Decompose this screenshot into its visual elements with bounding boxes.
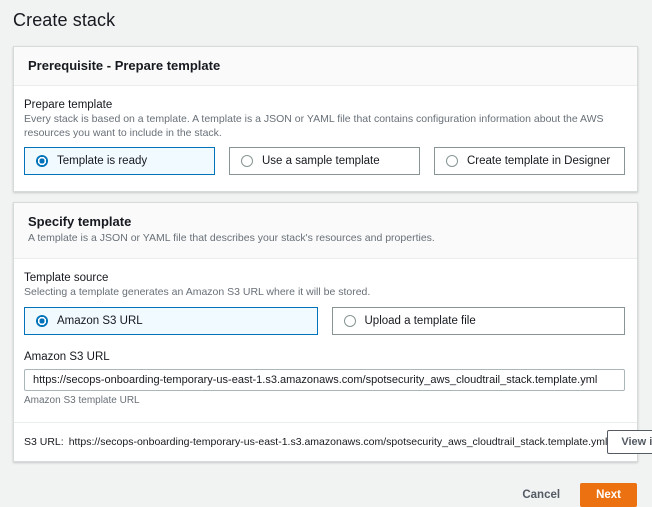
wizard-actions: Cancel Next [13, 472, 638, 507]
amazon-s3-url-label: Amazon S3 URL [24, 351, 625, 363]
radio-selected-icon[interactable] [36, 155, 48, 167]
prepare-template-description: Every stack is based on a template. A te… [24, 113, 625, 140]
option-label: Upload a template file [365, 315, 476, 327]
specify-template-section: Specify template A template is a JSON or… [13, 202, 638, 461]
template-source-description: Selecting a template generates an Amazon… [24, 286, 625, 300]
option-amazon-s3-url[interactable]: Amazon S3 URL [24, 307, 318, 335]
option-use-sample-template[interactable]: Use a sample template [229, 147, 420, 175]
specify-template-footer: S3 URL: https://secops-onboarding-tempora… [14, 422, 637, 461]
specify-template-description: A template is a JSON or YAML file that d… [28, 232, 623, 246]
template-source-label: Template source [24, 272, 625, 284]
s3-url-readout-label: S3 URL: [24, 436, 64, 448]
create-stack-page: Create stack Prerequisite - Prepare temp… [0, 0, 652, 451]
view-in-designer-button[interactable]: View in Designer [607, 430, 652, 454]
prerequisite-section-header: Prerequisite - Prepare template [14, 47, 637, 86]
radio-unselected-icon[interactable] [241, 155, 253, 167]
next-button[interactable]: Next [580, 483, 637, 507]
prerequisite-section: Prerequisite - Prepare template Prepare … [13, 46, 638, 192]
option-label: Use a sample template [262, 155, 380, 167]
cancel-button[interactable]: Cancel [522, 489, 560, 501]
option-upload-template-file[interactable]: Upload a template file [332, 307, 626, 335]
s3-url-readout: S3 URL: https://secops-onboarding-tempora… [24, 436, 607, 448]
radio-unselected-icon[interactable] [446, 155, 458, 167]
option-template-is-ready[interactable]: Template is ready [24, 147, 215, 175]
option-label: Create template in Designer [467, 155, 610, 167]
page-title: Create stack [13, 10, 638, 31]
prepare-template-label: Prepare template [24, 99, 625, 111]
radio-unselected-icon[interactable] [344, 315, 356, 327]
option-label: Amazon S3 URL [57, 315, 143, 327]
specify-template-header: Specify template A template is a JSON or… [14, 203, 637, 259]
prerequisite-heading: Prerequisite - Prepare template [28, 58, 623, 73]
specify-template-body: Template source Selecting a template gen… [14, 259, 637, 422]
amazon-s3-url-input[interactable] [24, 369, 625, 391]
option-label: Template is ready [57, 155, 147, 167]
s3-url-readout-value: https://secops-onboarding-temporary-us-e… [69, 436, 608, 448]
specify-template-heading: Specify template [28, 214, 623, 229]
prerequisite-section-body: Prepare template Every stack is based on… [14, 86, 637, 191]
radio-selected-icon[interactable] [36, 315, 48, 327]
option-create-template-in-designer[interactable]: Create template in Designer [434, 147, 625, 175]
amazon-s3-url-helper: Amazon S3 template URL [24, 395, 625, 406]
prepare-template-options: Template is ready Use a sample template … [24, 147, 625, 175]
template-source-options: Amazon S3 URL Upload a template file [24, 307, 625, 335]
